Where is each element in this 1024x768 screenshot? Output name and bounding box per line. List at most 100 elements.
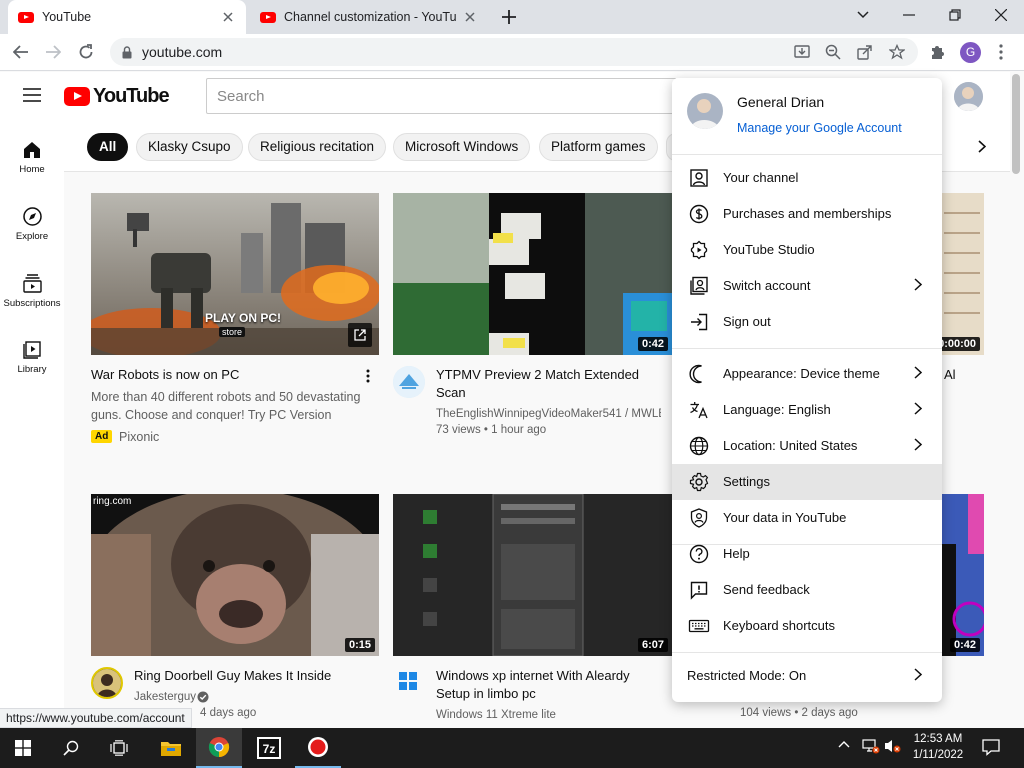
ad-channel-name[interactable]: Pixonic [119,429,159,445]
show-hidden-icons-button[interactable] [838,740,850,748]
volume-button[interactable] [884,738,902,754]
video-thumbnail[interactable]: ring.com 0:15 [91,494,379,656]
forward-button[interactable] [40,39,66,65]
video-thumbnail[interactable]: 0:42 [940,494,984,656]
menu-item-help[interactable]: Help [672,536,942,572]
notification-icon [982,739,1000,756]
video-thumbnail[interactable]: 6:07 [393,494,672,656]
extensions-button[interactable] [924,39,950,65]
menu-item-send-feedback[interactable]: Send feedback [672,572,942,608]
menu-item-purchases[interactable]: Purchases and memberships [672,196,942,232]
restore-button[interactable] [942,2,968,28]
channel-name[interactable]: Jakesterguy [134,689,196,705]
star-icon [889,44,905,60]
menu-item-switch-account[interactable]: Switch account [672,268,942,304]
menu-item-sign-out[interactable]: Sign out [672,304,942,340]
restore-icon [949,9,961,21]
chip-platform-games[interactable]: Platform games [539,133,658,161]
page-scrollbar-thumb[interactable] [1012,74,1020,174]
windows-logo-channel-avatar[interactable] [399,672,417,690]
avatar-photo-icon [687,93,723,129]
channel-name[interactable]: Windows 11 Xtreme lite [436,707,556,723]
chip-klasky-csupo[interactable]: Klasky Csupo [136,133,243,161]
menu-item-youtube-studio[interactable]: YouTube Studio [672,232,942,268]
kebab-menu-icon [366,369,370,383]
video-title[interactable]: Ring Doorbell Guy Makes It Inside [134,667,359,685]
chips-next-button[interactable] [978,140,986,153]
chevron-right-icon [914,366,922,379]
video-title[interactable]: Al [944,366,956,384]
chip-all[interactable]: All [87,133,129,161]
tab-search-button[interactable] [850,2,876,28]
account-menu: General Drian Manage your Google Account… [672,78,942,702]
menu-item-appearance[interactable]: Appearance: Device theme [672,356,942,392]
zoom-button[interactable] [820,39,846,65]
chevron-up-icon [838,741,850,748]
doorbell-cam-thumbnail-art [91,494,379,656]
channel-avatar[interactable] [393,366,425,398]
manage-google-account-link[interactable]: Manage your Google Account [737,121,902,135]
sidebar-item-explore[interactable]: Explore [0,207,64,242]
tab-youtube[interactable]: YouTube [8,0,246,34]
menu-item-language[interactable]: Language: English [672,392,942,428]
channel-name[interactable]: TheEnglishWinnipegVideoMaker541 / MWLE..… [436,406,661,422]
taskbar-app-recorder[interactable] [295,728,341,768]
sidebar-item-subscriptions[interactable]: Subscriptions [0,274,64,309]
taskbar-clock[interactable]: 12:53 AM 1/11/2022 [902,731,974,763]
notification-center-button[interactable] [982,738,1000,756]
bookmark-button[interactable] [884,39,910,65]
youtube-logo[interactable]: YouTube [64,85,170,108]
ad-badge: Ad [91,430,113,443]
menu-item-restricted-mode[interactable]: Restricted Mode: On [672,658,942,694]
video-thumbnail[interactable]: 0:42 [393,193,672,355]
menu-item-your-channel[interactable]: Your channel [672,160,942,196]
chevron-down-icon [857,11,869,19]
tab-close-icon[interactable] [462,9,478,25]
back-button[interactable] [8,39,34,65]
menu-item-label: Appearance: Device theme [723,366,880,381]
network-status-button[interactable] [862,738,880,754]
sidebar-item-home[interactable]: Home [0,141,64,175]
studio-gear-icon [690,240,708,260]
menu-item-your-data[interactable]: Your data in YouTube [672,500,942,536]
taskbar-app-file-explorer[interactable] [148,728,194,768]
video-title[interactable]: YTPMV Preview 2 Match Extended Scan [436,366,661,402]
video-title[interactable]: Windows xp internet With Aleardy Setup i… [436,667,661,703]
open-external-button[interactable] [348,323,372,347]
share-button[interactable] [852,39,878,65]
start-button[interactable] [0,728,46,768]
profile-avatar[interactable]: G [960,42,981,63]
install-app-button[interactable] [789,39,815,65]
channel-avatar[interactable] [91,667,123,699]
video-views-age: 104 views • 2 days ago [740,707,858,719]
taskbar-search-button[interactable] [48,728,94,768]
tab-channel-customization[interactable]: Channel customization - YouTube Studio [250,0,488,34]
thumbnail-overlay-text: PLAY ON PC! [205,311,282,325]
taskbar-app-7zip[interactable]: 7z [246,728,292,768]
minimize-icon [903,14,915,16]
library-icon [23,341,41,359]
taskbar-app-chrome[interactable] [196,728,242,768]
new-tab-button[interactable] [496,4,522,30]
close-window-button[interactable] [988,2,1014,28]
search-input[interactable] [206,78,676,114]
menu-item-keyboard-shortcuts[interactable]: Keyboard shortcuts [672,608,942,644]
task-view-button[interactable] [96,728,142,768]
reload-button[interactable] [73,39,99,65]
minimize-button[interactable] [896,2,922,28]
account-avatar-button[interactable] [954,82,983,111]
video-thumbnail[interactable]: 0:00:00 [940,193,984,355]
sidebar-item-library[interactable]: Library [0,341,64,375]
tab-close-icon[interactable] [220,9,236,25]
menu-item-settings[interactable]: Settings [672,464,942,500]
windows-start-icon [15,740,31,756]
browser-menu-button[interactable] [988,39,1014,65]
volume-muted-icon [885,740,901,753]
chip-religious-recitation[interactable]: Religious recitation [248,133,387,161]
video-thumbnail[interactable]: PLAY ON PC! store [91,193,379,355]
video-title[interactable]: War Robots is now on PC [91,366,341,384]
menu-item-location[interactable]: Location: United States [672,428,942,464]
chip-microsoft-windows[interactable]: Microsoft Windows [393,133,531,161]
video-action-menu-button[interactable] [366,369,370,383]
hamburger-menu-button[interactable] [23,88,41,102]
